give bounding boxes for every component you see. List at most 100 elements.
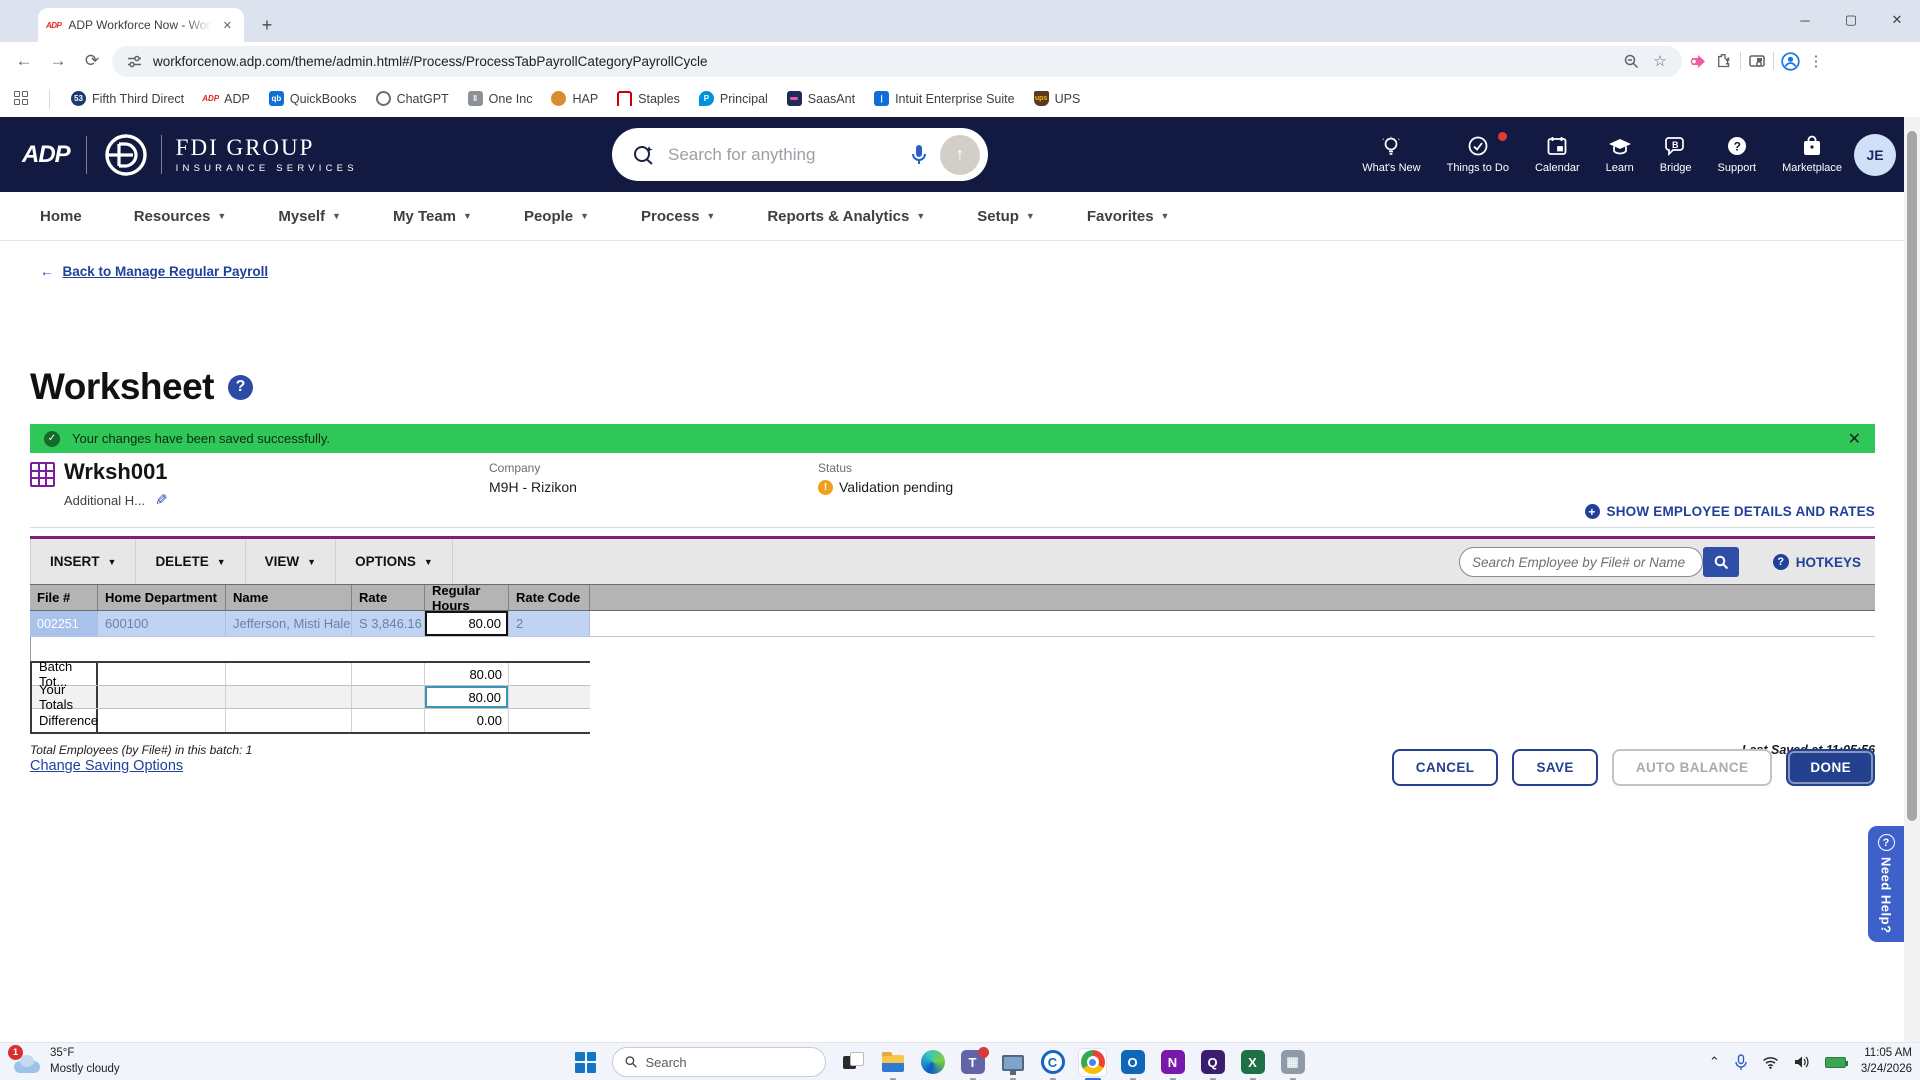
teams-icon[interactable]: T: [959, 1046, 989, 1080]
page-scrollbar[interactable]: [1904, 117, 1920, 1042]
tray-expand-icon[interactable]: ⌃: [1709, 1054, 1720, 1070]
remote-desktop-icon[interactable]: [999, 1049, 1026, 1080]
table-row[interactable]: 002251 600100 Jefferson, Misti Hale S 3,…: [30, 611, 1875, 637]
cell-file-number[interactable]: 002251: [30, 611, 98, 636]
quickbooks-tool-icon[interactable]: Q: [1199, 1049, 1226, 1080]
done-button[interactable]: DONE: [1786, 749, 1875, 786]
zoom-icon[interactable]: [1621, 51, 1641, 71]
reload-icon[interactable]: ⟳: [78, 47, 106, 75]
whats-new-button[interactable]: What's New: [1362, 135, 1421, 174]
extensions-puzzle-icon[interactable]: [1714, 51, 1734, 71]
calendar-button[interactable]: Calendar: [1535, 135, 1580, 174]
help-icon[interactable]: ?: [228, 374, 253, 400]
hotkeys-button[interactable]: ? HOTKEYS: [1772, 554, 1861, 570]
cell-name[interactable]: Jefferson, Misti Hale: [226, 611, 352, 636]
insert-menu-button[interactable]: INSERT ▼: [30, 539, 137, 584]
marketplace-button[interactable]: Marketplace: [1782, 135, 1842, 174]
nav-item-people[interactable]: People ▼: [524, 208, 589, 225]
bookmark-star-icon[interactable]: ☆: [1650, 51, 1670, 71]
back-icon[interactable]: ←: [10, 47, 38, 75]
tab-close-icon[interactable]: ✕: [219, 17, 236, 34]
delete-menu-button[interactable]: DELETE ▼: [136, 539, 246, 584]
need-help-tab[interactable]: ? Need Help?: [1868, 826, 1904, 942]
show-employee-details-link[interactable]: + SHOW EMPLOYEE DETAILS AND RATES: [1584, 504, 1875, 519]
column-header[interactable]: Home Department: [98, 585, 226, 610]
window-close-button[interactable]: ✕: [1874, 0, 1920, 40]
bookmark-item[interactable]: HAP: [551, 91, 598, 106]
apps-grid-icon[interactable]: [14, 90, 30, 107]
menu-kebab-icon[interactable]: ⋮: [1806, 51, 1826, 71]
bookmark-item[interactable]: qb QuickBooks: [268, 91, 357, 106]
bookmark-item[interactable]: P Principal: [698, 91, 768, 106]
employee-search-field[interactable]: [1459, 547, 1703, 577]
nav-item-reports-analytics[interactable]: Reports & Analytics ▼: [767, 208, 925, 225]
cell-home-department[interactable]: 600100: [98, 611, 226, 636]
start-button[interactable]: [572, 1049, 599, 1076]
c-app-icon[interactable]: C: [1039, 1049, 1066, 1080]
wifi-icon[interactable]: [1762, 1056, 1779, 1069]
search-submit-icon[interactable]: ↑: [940, 134, 980, 175]
cancel-button[interactable]: CANCEL: [1391, 749, 1499, 786]
nav-item-process[interactable]: Process ▼: [641, 208, 715, 225]
chrome-icon[interactable]: [1079, 1048, 1106, 1080]
nav-item-setup[interactable]: Setup ▼: [977, 208, 1035, 225]
bookmark-item[interactable]: Staples: [617, 91, 680, 106]
bookmark-item[interactable]: 53 Fifth Third Direct: [71, 91, 184, 106]
nav-item-favorites[interactable]: Favorites ▼: [1087, 208, 1170, 225]
profile-icon[interactable]: [1780, 51, 1800, 71]
global-search[interactable]: ↑: [612, 128, 988, 181]
taskbar-weather[interactable]: 1 35°F Mostly cloudy: [8, 1044, 120, 1077]
cell-regular-hours[interactable]: 80.00: [425, 611, 509, 636]
window-minimize-button[interactable]: ─: [1782, 0, 1828, 40]
things-to-do-button[interactable]: Things to Do: [1447, 132, 1509, 174]
bookmark-item[interactable]: SaasAnt: [786, 91, 855, 106]
tray-mic-icon[interactable]: [1735, 1053, 1747, 1071]
back-link[interactable]: ← Back to Manage Regular Payroll: [40, 264, 268, 279]
extension-arrow-icon[interactable]: [1688, 51, 1708, 71]
edge-icon[interactable]: [919, 1049, 946, 1076]
view-menu-button[interactable]: VIEW ▼: [246, 539, 337, 584]
taskbar-clock[interactable]: 11:05 AM 3/24/2026: [1861, 1046, 1912, 1077]
file-explorer-icon[interactable]: [879, 1049, 906, 1080]
column-header[interactable]: Regular Hours: [425, 583, 509, 613]
options-menu-button[interactable]: OPTIONS ▼: [336, 539, 453, 584]
new-tab-button[interactable]: +: [254, 12, 280, 38]
avatar[interactable]: JE: [1854, 134, 1896, 176]
column-header[interactable]: Rate: [352, 585, 425, 610]
save-button[interactable]: SAVE: [1512, 749, 1598, 786]
nav-item-home[interactable]: Home: [40, 208, 82, 225]
url-bar[interactable]: workforcenow.adp.com/theme/admin.html#/P…: [112, 45, 1682, 77]
regular-hours-input[interactable]: 80.00: [425, 611, 508, 636]
learn-button[interactable]: Learn: [1606, 135, 1634, 174]
nav-item-myself[interactable]: Myself ▼: [278, 208, 341, 225]
scrollbar-thumb[interactable]: [1907, 131, 1917, 821]
cell-rate[interactable]: S 3,846.16: [352, 611, 425, 636]
site-settings-icon[interactable]: [124, 51, 144, 71]
bookmark-item[interactable]: | Intuit Enterprise Suite: [874, 91, 1015, 106]
browser-tab[interactable]: ADP ADP Workforce Now - Workshe ✕: [38, 8, 244, 42]
screen-search-icon[interactable]: [1747, 51, 1767, 71]
support-button[interactable]: ? Support: [1718, 135, 1756, 174]
nav-item-resources[interactable]: Resources ▼: [134, 208, 227, 225]
onenote-icon[interactable]: N: [1159, 1049, 1186, 1080]
column-header[interactable]: Rate Code: [509, 585, 590, 610]
column-header[interactable]: File #: [30, 585, 98, 610]
edit-pencil-icon[interactable]: ✎: [155, 491, 168, 509]
bookmark-item[interactable]: ChatGPT: [375, 91, 449, 106]
bookmark-item[interactable]: ‖ One Inc: [467, 91, 532, 106]
excel-icon[interactable]: X: [1239, 1049, 1266, 1080]
employee-search-input[interactable]: [1472, 554, 1690, 570]
employee-search-button[interactable]: [1703, 547, 1739, 577]
nav-item-my-team[interactable]: My Team ▼: [393, 208, 472, 225]
bridge-button[interactable]: B Bridge: [1660, 135, 1692, 174]
change-saving-options-link[interactable]: Change Saving Options: [30, 758, 183, 774]
banner-close-icon[interactable]: ✕: [1848, 429, 1861, 449]
forward-icon[interactable]: →: [44, 47, 72, 75]
bookmark-item[interactable]: ups UPS: [1033, 91, 1080, 106]
column-header[interactable]: Name: [226, 585, 352, 610]
cell-rate-code[interactable]: 2: [509, 611, 590, 636]
calculator-icon[interactable]: ▦: [1279, 1049, 1306, 1080]
outlook-icon[interactable]: O: [1119, 1049, 1146, 1080]
taskbar-search-input[interactable]: [645, 1054, 813, 1070]
bookmark-item[interactable]: ADP ADP: [202, 91, 250, 106]
